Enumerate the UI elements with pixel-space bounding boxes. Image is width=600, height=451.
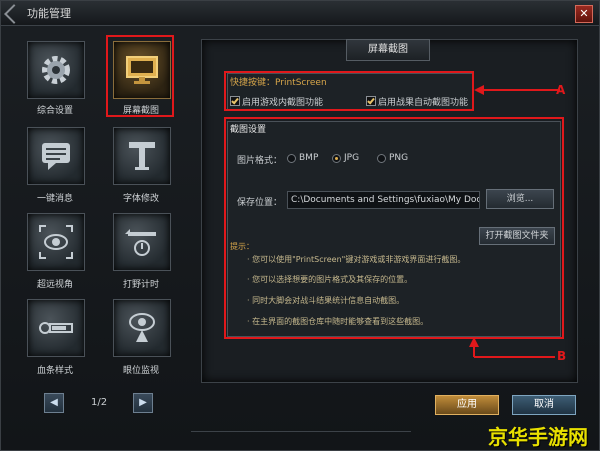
- sidebar-item-ward-watch[interactable]: [113, 299, 171, 357]
- tab-screenshot[interactable]: 屏幕截图: [346, 39, 430, 61]
- page-indicator: 1/2: [91, 397, 108, 408]
- bottom-ornament: [191, 431, 411, 444]
- annotation-a: A: [556, 83, 566, 97]
- cancel-button[interactable]: 取消: [512, 395, 576, 415]
- apply-button[interactable]: 应用: [435, 395, 499, 415]
- highlight-box-b: [224, 117, 564, 339]
- close-button[interactable]: ✕: [575, 5, 593, 23]
- chat-bubble-icon: [42, 143, 70, 170]
- title-bar[interactable]: 功能管理 ✕: [1, 1, 599, 26]
- sidebar-item-label: 一键消息: [36, 194, 73, 204]
- sidebar-item-quick-message[interactable]: [27, 127, 85, 185]
- sidebar-item-health-bar[interactable]: [27, 299, 85, 357]
- sidebar-item-general-settings[interactable]: [27, 41, 85, 99]
- function-manager-window: 功能管理 ✕ 综合设置 屏幕截图 一键消息 字体修改 超远视角 打野计时 血条样…: [0, 0, 600, 451]
- sidebar-item-far-view[interactable]: [27, 213, 85, 271]
- site-watermark: 京华手游网: [488, 425, 588, 449]
- arrow-a-icon: [474, 85, 560, 95]
- highlight-box-a: [224, 71, 474, 111]
- gear-icon: [42, 56, 70, 84]
- annotation-b: B: [557, 349, 567, 363]
- sidebar-item-label: 超远视角: [36, 280, 73, 290]
- selected-highlight-box: [106, 35, 174, 117]
- sidebar-item-label: 字体修改: [122, 194, 159, 204]
- chevron-right-icon: ▶: [139, 397, 147, 408]
- health-bar-icon: [39, 322, 73, 334]
- sidebar-item-jungle-timer[interactable]: [113, 213, 171, 271]
- ward-eye-icon: [129, 313, 155, 342]
- timer-icon: [125, 229, 156, 256]
- sidebar-item-font[interactable]: [113, 127, 171, 185]
- letter-t-icon: [129, 142, 155, 170]
- corner-ornament-icon: [4, 4, 24, 24]
- next-page-button[interactable]: ▶: [133, 393, 153, 413]
- arrow-b-icon: [469, 337, 555, 358]
- eye-focus-icon: [39, 225, 73, 259]
- prev-page-button[interactable]: ◀: [44, 393, 64, 413]
- sidebar-item-label: 打野计时: [122, 280, 159, 290]
- sidebar-item-label: 眼位监视: [122, 366, 159, 376]
- sidebar-item-label: 综合设置: [36, 106, 73, 116]
- sidebar-item-label: 血条样式: [36, 366, 73, 376]
- window-title: 功能管理: [27, 7, 71, 20]
- chevron-left-icon: ◀: [50, 397, 58, 408]
